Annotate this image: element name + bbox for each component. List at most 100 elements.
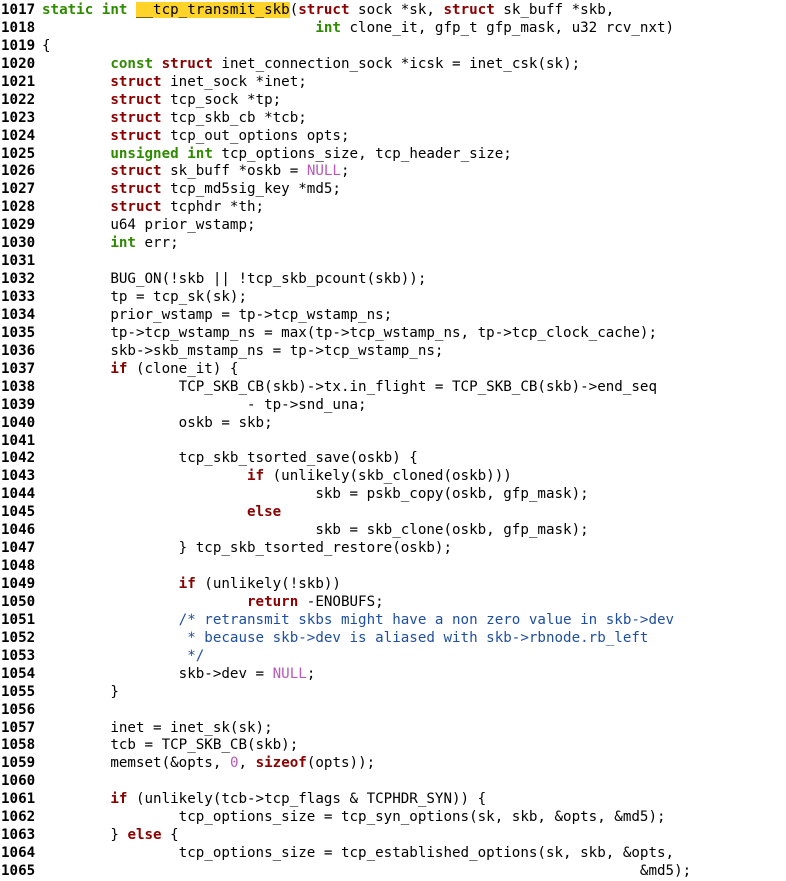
line-number: 1058 (1, 737, 36, 754)
line-number: 1062 (1, 809, 36, 826)
code-content: if (unlikely(!skb)) (42, 576, 341, 594)
keyword-token: sizeof (255, 755, 307, 772)
code-line[interactable]: 1043 if (unlikely(skb_cloned(oskb))) (0, 468, 786, 486)
code-line[interactable]: 1022 struct tcp_sock *tp; (0, 92, 786, 110)
line-number: 1023 (1, 109, 36, 126)
line-number: 1051 (1, 611, 36, 628)
code-line[interactable]: 1023 struct tcp_skb_cb *tcb; (0, 110, 786, 128)
storage-class-token: static (42, 2, 94, 18)
line-number: 1049 (1, 576, 36, 592)
code-content: skb->skb_mstamp_ns = tp->tcp_wstamp_ns; (42, 343, 443, 361)
code-line[interactable]: 1038 TCP_SKB_CB(skb)->tx.in_flight = TCP… (0, 379, 786, 397)
code-content: int err; (42, 235, 178, 253)
code-line[interactable]: 1056 (0, 702, 786, 720)
code-line[interactable]: 1052 * because skb->dev is aliased with … (0, 630, 786, 648)
code-text: skb = skb_clone(oskb, gfp_mask); (315, 522, 589, 539)
code-line[interactable]: 1054 skb->dev = NULL; (0, 666, 786, 684)
type-token: int (101, 2, 128, 18)
code-line[interactable]: 1065 &md5); (0, 863, 786, 881)
code-line[interactable]: 1019 { (0, 38, 786, 56)
code-line[interactable]: 1039 - tp->snd_una; (0, 397, 786, 415)
code-text: tcb = TCP_SKB_CB(skb); (110, 737, 299, 754)
keyword-token: if (110, 791, 128, 808)
code-line[interactable]: 1048 (0, 558, 786, 576)
line-number: 1017 (1, 2, 36, 18)
code-line[interactable]: 1028 struct tcphdr *th; (0, 199, 786, 217)
line-number: 1028 (1, 199, 36, 216)
code-line[interactable]: 1057 inet = inet_sk(sk); (0, 720, 786, 738)
code-line[interactable]: 1031 (0, 253, 786, 271)
code-line[interactable]: 1042 tcp_skb_tsorted_save(oskb) { (0, 450, 786, 468)
code-text: prior_wstamp = tp->tcp_wstamp_ns; (110, 306, 393, 323)
keyword-token: if (178, 576, 196, 592)
code-text: inet = inet_sk(sk); (110, 719, 273, 736)
code-line[interactable]: 1017 static int __tcp_transmit_skb(struct… (0, 2, 786, 20)
code-line[interactable]: 1032 BUG_ON(!skb || !tcp_skb_pcount(skb)… (0, 271, 786, 289)
code-line[interactable]: 1053 */ (0, 648, 786, 666)
code-line[interactable]: 1060 (0, 773, 786, 791)
keyword-token: struct (110, 109, 162, 126)
code-content: prior_wstamp = tp->tcp_wstamp_ns; (42, 307, 392, 325)
code-content: const struct inet_connection_sock *icsk … (42, 56, 580, 74)
code-line[interactable]: 1059 memset(&opts, 0, sizeof(opts)); (0, 755, 786, 773)
code-text: skb->skb_mstamp_ns = tp->tcp_wstamp_ns; (110, 342, 444, 359)
code-line[interactable]: 1034 prior_wstamp = tp->tcp_wstamp_ns; (0, 307, 786, 325)
code-line[interactable]: 1062 tcp_options_size = tcp_syn_options(… (0, 809, 786, 827)
code-line[interactable]: 1058 tcb = TCP_SKB_CB(skb); (0, 737, 786, 755)
code-line[interactable]: 1046 skb = skb_clone(oskb, gfp_mask); (0, 522, 786, 540)
line-number: 1054 (1, 665, 36, 682)
code-line[interactable]: 1037 if (clone_it) { (0, 361, 786, 379)
code-content: - tp->snd_una; (42, 397, 367, 415)
line-number: 1027 (1, 181, 36, 198)
code-content: */ (42, 648, 204, 666)
code-line[interactable]: 1051 /* retransmit skbs might have a non… (0, 612, 786, 630)
code-content: memset(&opts, 0, sizeof(opts)); (42, 755, 375, 773)
code-line[interactable]: 1049 if (unlikely(!skb)) (0, 576, 786, 594)
keyword-token: else (127, 827, 162, 844)
code-text: { (42, 37, 51, 54)
code-text: inet_sock *inet; (161, 73, 307, 90)
code-line[interactable]: 1020 const struct inet_connection_sock *… (0, 56, 786, 74)
keyword-token: struct (110, 199, 162, 216)
code-content: else (42, 504, 281, 522)
code-line[interactable]: 1029 u64 prior_wstamp; (0, 217, 786, 235)
line-number: 1033 (1, 289, 36, 305)
line-number: 1024 (1, 127, 36, 144)
code-line[interactable]: 1041 (0, 433, 786, 451)
keyword-token: struct (298, 2, 350, 18)
code-line[interactable]: 1045 else (0, 504, 786, 522)
code-text: ( (289, 2, 299, 18)
code-line[interactable]: 1050 return -ENOBUFS; (0, 594, 786, 612)
code-content: skb = skb_clone(oskb, gfp_mask); (42, 522, 589, 540)
code-line[interactable]: 1047 } tcp_skb_tsorted_restore(oskb); (0, 540, 786, 558)
code-line[interactable]: 1033 tp = tcp_sk(sk); (0, 289, 786, 307)
type-token: unsigned (110, 145, 179, 162)
code-text: tcp_md5sig_key *md5; (161, 181, 341, 198)
code-line[interactable]: 1018 int clone_it, gfp_t gfp_mask, u32 r… (0, 20, 786, 38)
code-line[interactable]: 1040 oskb = skb; (0, 415, 786, 433)
code-line[interactable]: 1055 } (0, 684, 786, 702)
code-line[interactable]: 1035 tp->tcp_wstamp_ns = max(tp->tcp_wst… (0, 325, 786, 343)
code-line[interactable]: 1063 } else { (0, 827, 786, 845)
code-line[interactable]: 1026 struct sk_buff *oskb = NULL; (0, 163, 786, 181)
code-line[interactable]: 1024 struct tcp_out_options opts; (0, 128, 786, 146)
line-number: 1026 (1, 163, 36, 180)
keyword-token: struct (443, 2, 495, 18)
code-line[interactable]: 1030 int err; (0, 235, 786, 253)
line-number: 1035 (1, 324, 36, 341)
code-content: tcp_skb_tsorted_save(oskb) { (42, 450, 418, 468)
code-line[interactable]: 1036 skb->skb_mstamp_ns = tp->tcp_wstamp… (0, 343, 786, 361)
line-number: 1059 (1, 755, 36, 772)
code-line[interactable]: 1044 skb = pskb_copy(oskb, gfp_mask); (0, 486, 786, 504)
code-content: * because skb->dev is aliased with skb->… (42, 630, 648, 648)
code-line[interactable]: 1061 if (unlikely(tcb->tcp_flags & TCPHD… (0, 791, 786, 809)
line-number: 1050 (1, 593, 36, 610)
code-line[interactable]: 1025 unsigned int tcp_options_size, tcp_… (0, 146, 786, 164)
code-line[interactable]: 1021 struct inet_sock *inet; (0, 74, 786, 92)
code-line[interactable]: 1027 struct tcp_md5sig_key *md5; (0, 181, 786, 199)
constant-token: NULL (272, 665, 307, 682)
code-line[interactable]: 1064 tcp_options_size = tcp_established_… (0, 845, 786, 863)
code-view[interactable]: 1017 static int __tcp_transmit_skb(struct… (0, 0, 786, 881)
code-content: { (42, 38, 51, 56)
